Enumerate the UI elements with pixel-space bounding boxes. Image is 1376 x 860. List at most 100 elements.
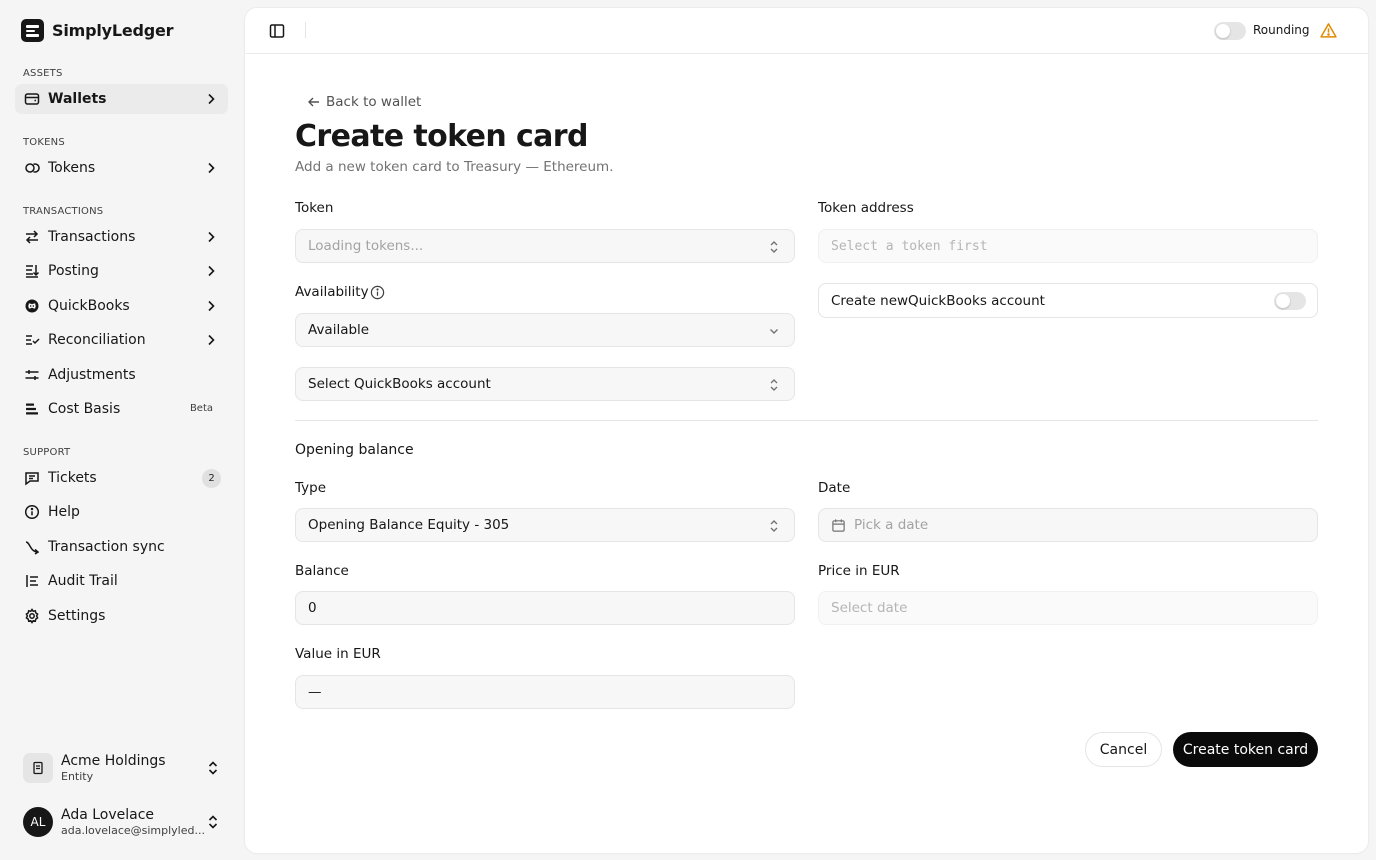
sidebar-item-tickets[interactable]: Tickets 2 — [15, 463, 228, 493]
sidebar-item-label: Tokens — [48, 160, 96, 176]
type-select[interactable]: Opening Balance Equity - 305 — [295, 508, 795, 542]
page-title: Create token card — [295, 119, 588, 154]
sidebar-item-label: Posting — [48, 263, 99, 279]
value-label: Value in EUR — [295, 646, 381, 662]
sidebar-item-settings[interactable]: Settings — [15, 601, 228, 631]
date-picker[interactable]: Pick a date — [818, 508, 1318, 542]
audit-icon — [24, 573, 40, 589]
quickbooks-account-value: Select QuickBooks account — [308, 376, 491, 392]
sidebar-item-cost-basis[interactable]: Cost Basis Beta — [15, 394, 228, 424]
sidebar-item-reconciliation[interactable]: Reconciliation — [15, 325, 228, 355]
token-address-input[interactable]: Select a token first — [818, 229, 1318, 263]
chevrons-up-down-icon — [770, 520, 778, 532]
price-placeholder: Select date — [831, 600, 908, 616]
sidebar-item-label: Cost Basis — [48, 401, 121, 417]
availability-value: Available — [308, 322, 370, 338]
token-select[interactable]: Loading tokens... — [295, 229, 795, 263]
chevron-right-icon — [208, 334, 215, 346]
sync-icon — [24, 539, 40, 555]
sidebar-item-label: Tickets — [48, 470, 97, 486]
sidebar-item-label: Settings — [48, 608, 106, 624]
sidebar-item-wallets[interactable]: Wallets — [15, 84, 228, 114]
entity-switcher[interactable]: Acme Holdings Entity — [15, 745, 228, 791]
create-quickbooks-switch[interactable] — [1274, 292, 1306, 310]
chevrons-up-down-icon — [208, 815, 218, 829]
logo-icon — [21, 19, 44, 42]
entity-name: Acme Holdings — [61, 753, 166, 769]
chevrons-up-down-icon — [208, 761, 218, 775]
sidebar-toggle-icon[interactable] — [269, 23, 285, 39]
sidebar-item-quickbooks[interactable]: QuickBooks — [15, 291, 228, 321]
user-name: Ada Lovelace — [61, 807, 155, 823]
sidebar-item-posting[interactable]: Posting — [15, 256, 228, 286]
section-label-transactions: TRANSACTIONS — [23, 206, 104, 217]
separator — [295, 420, 1318, 421]
token-address-label: Token address — [818, 200, 914, 216]
sidebar-item-label: Reconciliation — [48, 332, 146, 348]
create-token-card-button[interactable]: Create token card — [1173, 732, 1318, 767]
sidebar-item-help[interactable]: Help — [15, 497, 228, 527]
balance-value: 0 — [308, 600, 317, 616]
sidebar-item-audit-trail[interactable]: Audit Trail — [15, 566, 228, 596]
section-label-tokens: TOKENS — [23, 137, 65, 148]
date-placeholder: Pick a date — [854, 517, 929, 533]
chevron-down-icon — [770, 329, 778, 334]
create-quickbooks-label: Create newQuickBooks account — [831, 292, 1045, 309]
back-to-wallet-link[interactable]: Back to wallet — [307, 94, 421, 110]
token-placeholder: Loading tokens... — [308, 238, 424, 254]
user-switcher[interactable]: AL Ada Lovelace ada.lovelace@simplyled..… — [15, 799, 228, 845]
arrows-exchange-icon — [24, 229, 40, 245]
sidebar-item-label: Transaction sync — [48, 539, 165, 555]
tokens-icon — [24, 160, 40, 176]
topbar: Rounding — [245, 8, 1368, 54]
cost-basis-icon — [24, 401, 40, 417]
rounding-toggle[interactable] — [1214, 22, 1246, 40]
sidebar-item-label: Transactions — [48, 229, 136, 245]
balance-input[interactable]: 0 — [295, 591, 795, 625]
info-icon[interactable] — [370, 285, 385, 300]
value-display: — — [308, 684, 322, 700]
chevron-right-icon — [208, 265, 215, 277]
type-value: Opening Balance Equity - 305 — [308, 517, 510, 533]
sidebar-item-adjustments[interactable]: Adjustments — [15, 360, 228, 390]
value-input[interactable]: — — [295, 675, 795, 709]
rounding-label: Rounding — [1253, 23, 1310, 37]
availability-label: Availability — [295, 284, 369, 300]
quickbooks-account-select[interactable]: Select QuickBooks account — [295, 367, 795, 401]
chevrons-up-down-icon — [770, 379, 778, 391]
back-label: Back to wallet — [326, 94, 422, 110]
arrow-left-icon — [308, 97, 319, 107]
topbar-divider — [305, 22, 306, 38]
sidebar-item-label: Help — [48, 504, 80, 520]
count-badge: 2 — [202, 469, 221, 488]
posting-icon — [24, 263, 40, 279]
token-address-placeholder: Select a token first — [831, 238, 988, 254]
cancel-button[interactable]: Cancel — [1085, 732, 1162, 767]
entity-icon — [23, 753, 53, 783]
section-label-assets: ASSETS — [23, 68, 63, 79]
chevrons-up-down-icon — [770, 241, 778, 253]
sidebar-item-label: QuickBooks — [48, 298, 130, 314]
ticket-icon — [24, 470, 40, 486]
price-input[interactable]: Select date — [818, 591, 1318, 625]
sidebar-item-transaction-sync[interactable]: Transaction sync — [15, 532, 228, 562]
avatar: AL — [23, 807, 53, 837]
help-icon — [24, 504, 40, 520]
beta-badge: Beta — [189, 403, 213, 414]
brand[interactable]: SimplyLedger — [21, 19, 174, 42]
sidebar-item-tokens[interactable]: Tokens — [15, 153, 228, 183]
brand-name: SimplyLedger — [52, 21, 174, 40]
availability-select[interactable]: Available — [295, 313, 795, 347]
user-email: ada.lovelace@simplyled... — [61, 824, 205, 837]
sliders-icon — [24, 367, 40, 383]
date-label: Date — [818, 480, 851, 496]
chevron-right-icon — [208, 231, 215, 243]
create-quickbooks-toggle-row[interactable]: Create newQuickBooks account — [818, 283, 1318, 318]
chevron-right-icon — [208, 162, 215, 174]
sidebar-item-transactions[interactable]: Transactions — [15, 222, 228, 252]
section-label-support: SUPPORT — [23, 447, 71, 458]
opening-balance-title: Opening balance — [295, 442, 414, 458]
chevron-right-icon — [208, 93, 215, 105]
warning-icon[interactable] — [1320, 22, 1337, 39]
sidebar-item-label: Audit Trail — [48, 573, 118, 589]
